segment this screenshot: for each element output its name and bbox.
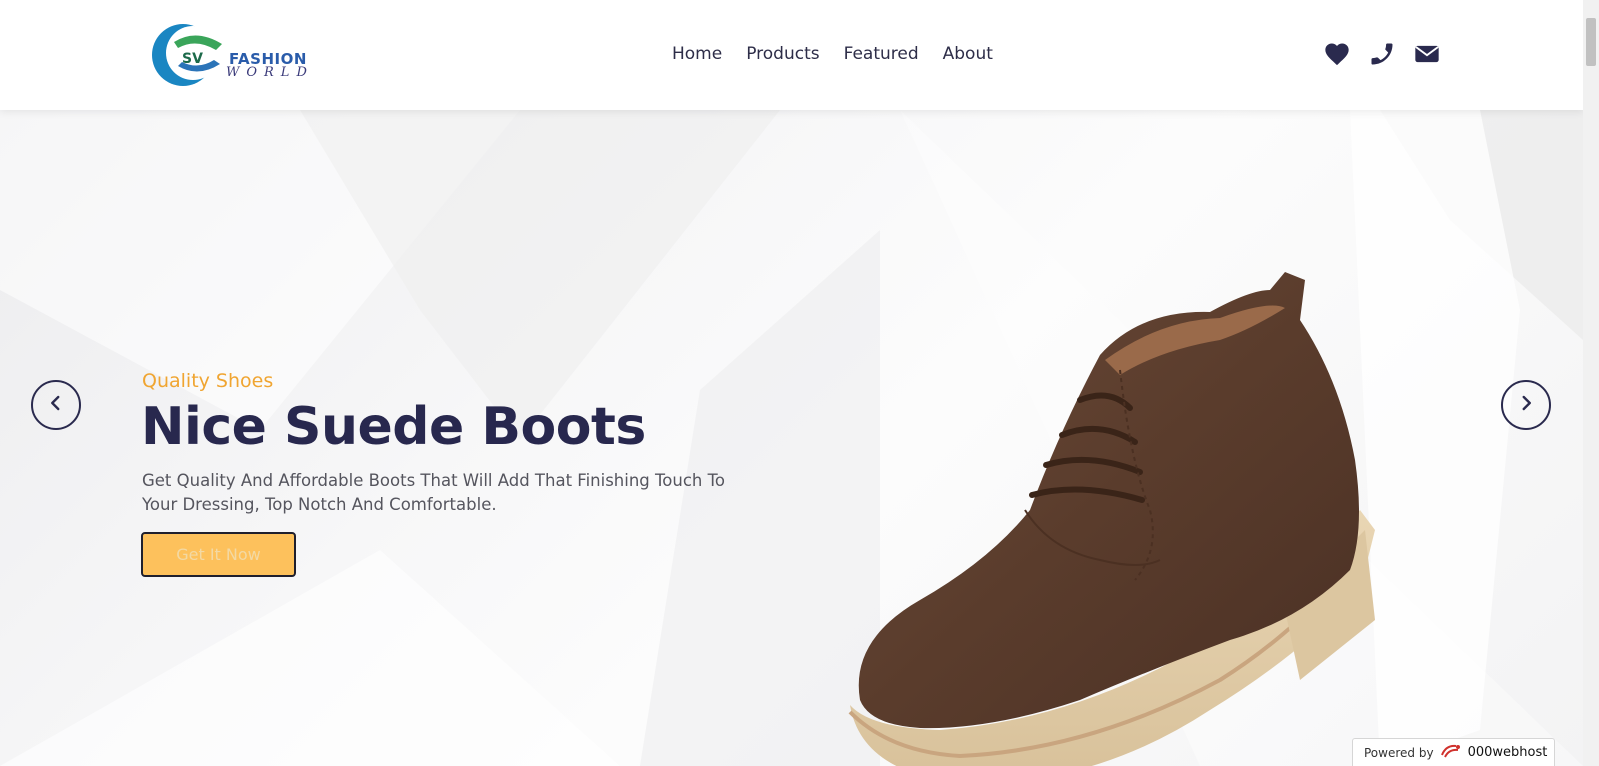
nav-home[interactable]: Home — [672, 44, 722, 64]
header-icon-group — [1323, 40, 1441, 68]
phone-icon[interactable] — [1368, 40, 1396, 68]
site-logo[interactable]: SV FASHION WORLD — [150, 22, 330, 88]
hero-carousel: Quality Shoes Nice Suede Boots Get Quali… — [0, 110, 1583, 766]
hero-subtitle: Quality Shoes — [142, 370, 274, 392]
logo-sv-text: SV — [182, 51, 203, 67]
site-header: SV FASHION WORLD Home Products Featured … — [0, 0, 1583, 110]
heart-icon[interactable] — [1323, 40, 1351, 68]
envelope-icon[interactable] — [1413, 40, 1441, 68]
get-it-now-button[interactable]: Get It Now — [141, 532, 296, 577]
nav-featured[interactable]: Featured — [844, 44, 919, 64]
carousel-next-button[interactable] — [1501, 380, 1551, 430]
hero-title: Nice Suede Boots — [141, 397, 646, 457]
webhost-logo-icon — [1440, 743, 1462, 762]
chevron-left-icon — [47, 394, 65, 416]
main-nav: Home Products Featured About — [672, 44, 993, 64]
nav-products[interactable]: Products — [746, 44, 819, 64]
page-scrollbar[interactable] — [1583, 0, 1599, 766]
chevron-right-icon — [1517, 394, 1535, 416]
carousel-prev-button[interactable] — [31, 380, 81, 430]
powered-by-badge[interactable]: Powered by 000webhost — [1352, 738, 1555, 766]
logo-world-text: WORLD — [226, 65, 314, 80]
badge-prefix: Powered by — [1364, 745, 1434, 760]
hero-description: Get Quality And Affordable Boots That Wi… — [142, 471, 725, 514]
scrollbar-thumb[interactable] — [1586, 18, 1596, 66]
nav-about[interactable]: About — [943, 44, 993, 64]
suede-boot-image — [848, 272, 1375, 766]
badge-brand: 000webhost — [1467, 745, 1548, 760]
